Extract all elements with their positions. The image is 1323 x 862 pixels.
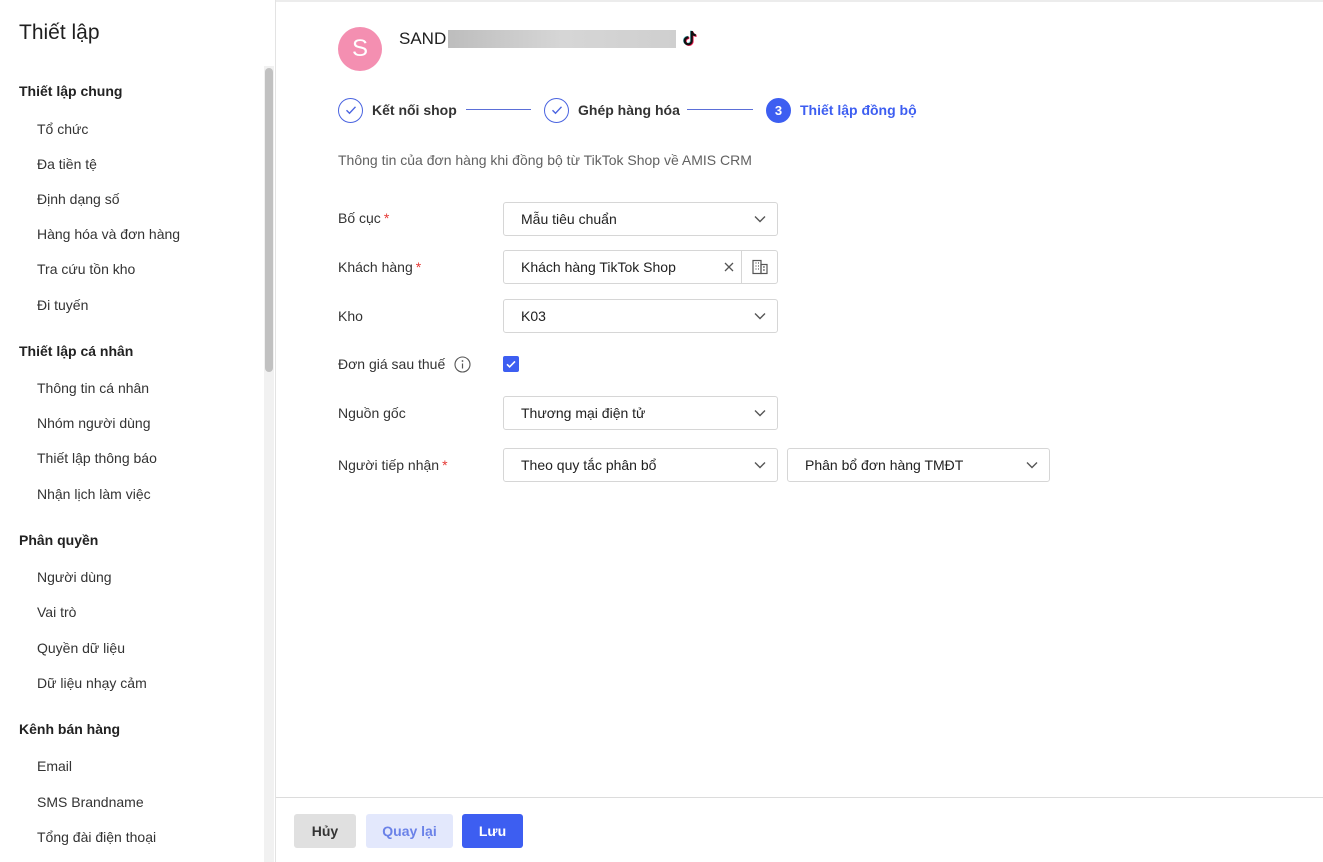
step-number: 3 (766, 97, 791, 123)
sidebar-item-products-orders[interactable]: Hàng hóa và đơn hàng (37, 226, 180, 242)
sidebar-item-organization[interactable]: Tổ chức (37, 121, 88, 137)
shop-avatar: S (338, 27, 382, 71)
required-mark: * (383, 210, 390, 226)
layout-value: Mẫu tiêu chuẩn (521, 211, 617, 227)
check-icon (506, 360, 516, 369)
receiver-mode-select[interactable]: Theo quy tắc phân bổ (503, 448, 778, 482)
sidebar-item-work-schedule[interactable]: Nhận lịch làm việc (37, 486, 151, 502)
source-value: Thương mại điện tử (521, 405, 646, 421)
layout-select[interactable]: Mẫu tiêu chuẩn (503, 202, 778, 236)
footer-actions: Hủy Quay lại Lưu (276, 797, 1323, 862)
receiver-mode-value: Theo quy tắc phân bổ (521, 457, 657, 473)
shop-header: SAND (399, 29, 698, 49)
step-done-icon (544, 97, 569, 123)
receiver-label: Người tiếp nhận * (338, 457, 448, 473)
layout-label-text: Bố cục (338, 210, 381, 226)
step-connector (687, 109, 753, 110)
chevron-down-icon (743, 215, 777, 223)
top-divider (276, 0, 1323, 2)
step-label: Ghép hàng hóa (578, 102, 680, 118)
group-title-permissions: Phân quyền (19, 532, 99, 548)
layout-label: Bố cục * (338, 210, 389, 226)
sidebar-item-personal-info[interactable]: Thông tin cá nhân (37, 380, 149, 396)
sync-description: Thông tin của đơn hàng khi đồng bộ từ Ti… (338, 152, 752, 168)
shop-name-redacted (448, 30, 677, 48)
sidebar-item-stock-lookup[interactable]: Tra cứu tồn kho (37, 261, 135, 277)
step-connect-shop[interactable]: Kết nối shop (338, 97, 457, 123)
save-button[interactable]: Lưu (462, 814, 523, 848)
sidebar-item-number-format[interactable]: Định dạng số (37, 191, 120, 207)
shop-name: SAND (399, 29, 447, 48)
step-match-products[interactable]: Ghép hàng hóa (544, 97, 680, 123)
warehouse-value: K03 (521, 308, 546, 324)
sidebar-item-routes[interactable]: Đi tuyến (37, 297, 88, 313)
back-button[interactable]: Quay lại (366, 814, 453, 848)
customer-label: Khách hàng * (338, 259, 421, 275)
sidebar-item-users[interactable]: Người dùng (37, 569, 112, 585)
info-icon[interactable] (454, 356, 471, 373)
step-done-icon (338, 97, 363, 123)
cancel-button[interactable]: Hủy (294, 814, 356, 848)
sidebar-title: Thiết lập (19, 21, 100, 44)
clear-icon[interactable] (717, 262, 741, 272)
setup-stepper: Kết nối shop Ghép hàng hóa 3 Thiết lập đ… (338, 97, 958, 123)
customer-label-text: Khách hàng (338, 259, 413, 275)
sidebar-item-roles[interactable]: Vai trò (37, 604, 76, 620)
allocation-rule-select[interactable]: Phân bổ đơn hàng TMĐT (787, 448, 1050, 482)
customer-field[interactable]: Khách hàng TikTok Shop (503, 250, 778, 284)
sidebar-item-data-permissions[interactable]: Quyền dữ liệu (37, 640, 125, 656)
step-label: Thiết lập đồng bộ (800, 102, 917, 118)
sidebar-item-email[interactable]: Email (37, 758, 72, 774)
sidebar-item-sms-brandname[interactable]: SMS Brandname (37, 794, 144, 810)
chevron-down-icon (743, 409, 777, 417)
chevron-down-icon (1015, 461, 1049, 469)
warehouse-label: Kho (338, 308, 363, 324)
main-panel: S SAND Kết nối shop Ghép hàng hóa 3 Thiế (276, 0, 1323, 862)
chevron-down-icon (743, 312, 777, 320)
step-label: Kết nối shop (372, 102, 457, 118)
price-after-tax-checkbox[interactable] (503, 356, 519, 372)
warehouse-select[interactable]: K03 (503, 299, 778, 333)
sidebar-item-sensitive-data[interactable]: Dữ liệu nhạy cảm (37, 675, 147, 691)
price-after-tax-label: Đơn giá sau thuế (338, 356, 446, 372)
sidebar-scrollbar[interactable] (264, 66, 274, 862)
settings-sidebar: Thiết lập Thiết lập chung Tổ chức Đa tiề… (0, 0, 276, 862)
sidebar-menu: Thiết lập chung Tổ chức Đa tiền tệ Định … (0, 66, 262, 862)
step-connector (466, 109, 531, 110)
customer-lookup-button[interactable] (741, 251, 777, 283)
required-mark: * (415, 259, 422, 275)
source-label: Nguồn gốc (338, 405, 406, 421)
group-title-general: Thiết lập chung (19, 83, 123, 99)
step-sync-settings[interactable]: 3 Thiết lập đồng bộ (766, 97, 917, 123)
customer-value: Khách hàng TikTok Shop (521, 259, 676, 275)
sidebar-scrollbar-thumb[interactable] (265, 68, 273, 372)
building-icon (751, 259, 768, 275)
tiktok-icon (683, 30, 697, 46)
sidebar-item-user-groups[interactable]: Nhóm người dùng (37, 415, 151, 431)
group-title-sales-channels: Kênh bán hàng (19, 721, 121, 737)
receiver-label-text: Người tiếp nhận (338, 457, 440, 473)
required-mark: * (442, 457, 448, 473)
sidebar-item-call-center[interactable]: Tổng đài điện thoại (37, 829, 156, 845)
source-select[interactable]: Thương mại điện tử (503, 396, 778, 430)
sidebar-item-multi-currency[interactable]: Đa tiền tệ (37, 156, 97, 172)
sidebar-item-notification-settings[interactable]: Thiết lập thông báo (37, 450, 157, 466)
allocation-rule-value: Phân bổ đơn hàng TMĐT (805, 457, 964, 473)
chevron-down-icon (743, 461, 777, 469)
group-title-personal: Thiết lập cá nhân (19, 343, 134, 359)
